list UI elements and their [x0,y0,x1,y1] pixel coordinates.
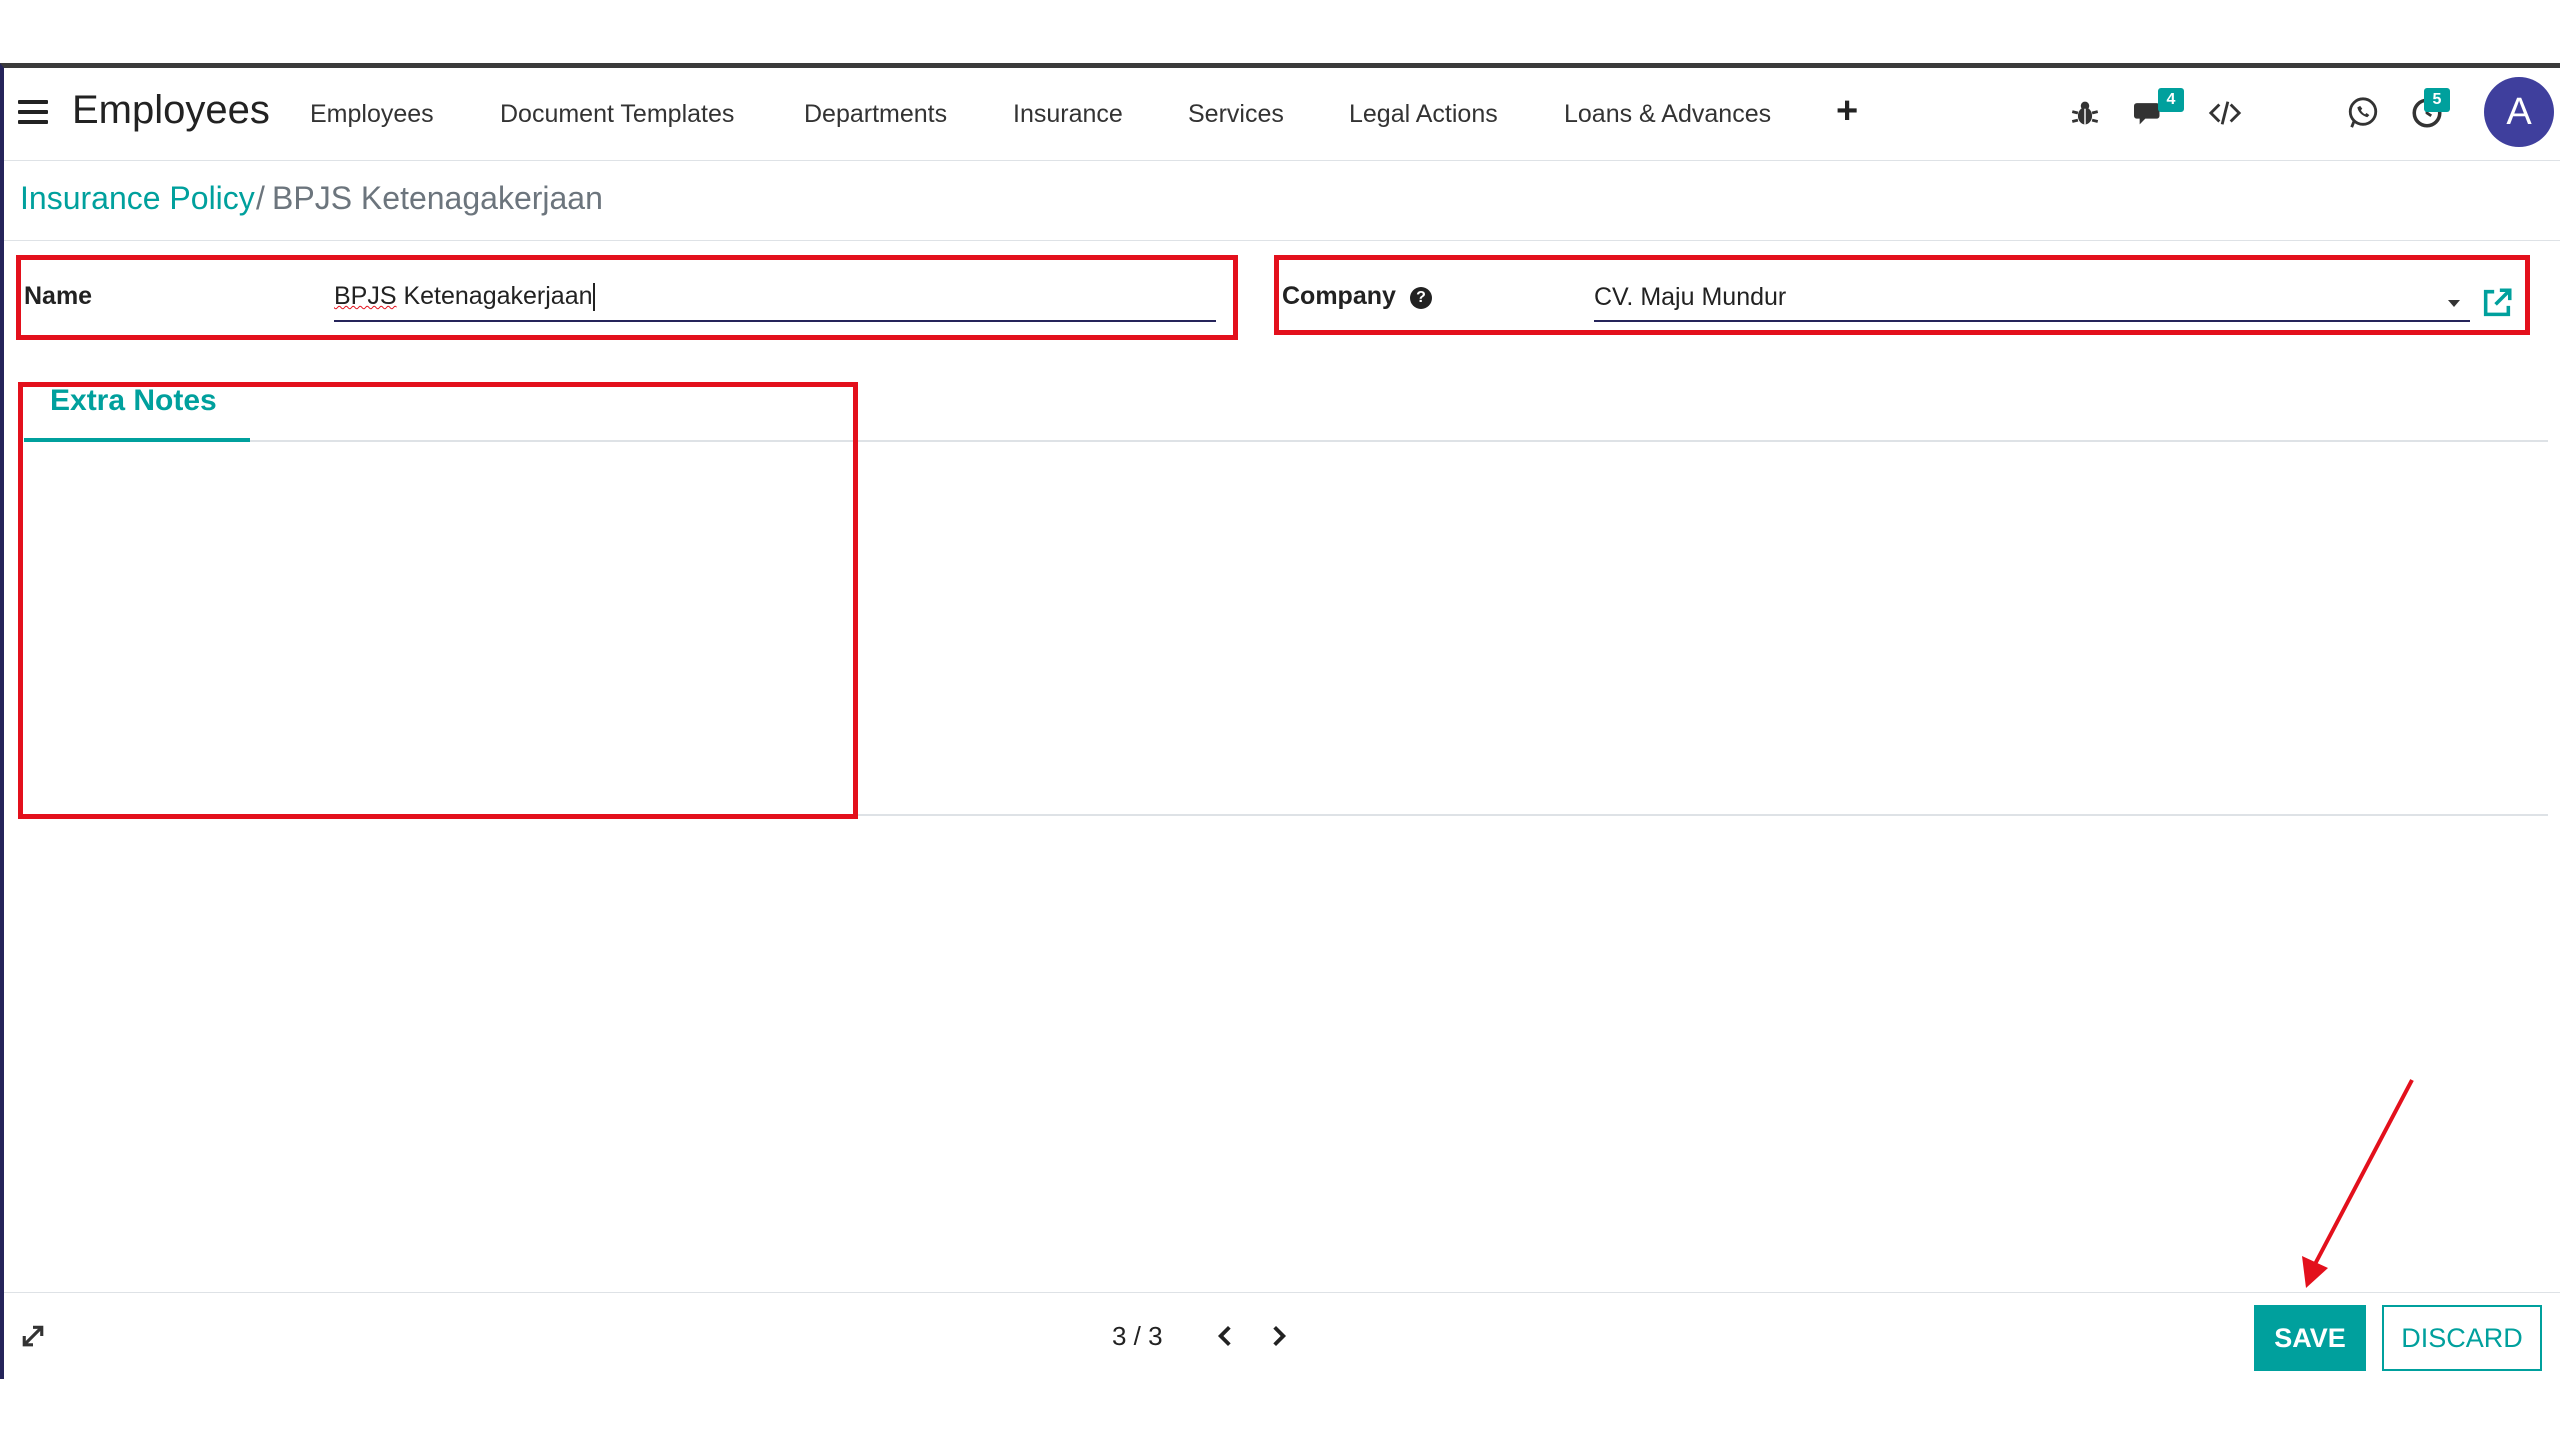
pager-counter[interactable]: 3 / 3 [1112,1321,1163,1352]
save-button[interactable]: SAVE [2254,1305,2366,1371]
external-link-icon[interactable] [2478,286,2516,320]
company-input-underline [1594,320,2470,322]
company-select[interactable]: CV. Maju Mundur [1594,283,1786,312]
chevron-right-icon[interactable] [1266,1321,1292,1351]
company-field-highlight [1274,255,2530,335]
name-value-rest: Ketenagakerjaan [396,282,593,310]
name-field-highlight [16,255,1238,340]
whatsapp-icon[interactable] [2346,96,2380,130]
top-navbar: Employees Employees Document Templates D… [4,68,2560,161]
menu-legal-actions[interactable]: Legal Actions [1349,100,1498,129]
chevron-down-icon[interactable] [2446,298,2462,308]
breadcrumb-parent-link[interactable]: Insurance Policy [20,180,255,217]
company-label: Company [1282,282,1396,310]
bug-icon[interactable] [2068,96,2102,130]
activity-badge: 5 [2424,88,2450,112]
form-footer: 3 / 3 SAVE DISCARD [4,1292,2560,1381]
plus-icon[interactable]: + [1836,90,1858,133]
annotation-arrow-icon [2302,1079,2414,1288]
chat-badge: 4 [2158,88,2184,112]
breadcrumb-current: BPJS Ketenagakerjaan [272,180,603,216]
name-value-first-word: BPJS [334,282,397,310]
app-name: Employees [72,88,270,132]
avatar[interactable]: A [2484,77,2554,147]
breadcrumb-separator: / [256,180,265,216]
menu-document-templates[interactable]: Document Templates [500,100,734,129]
name-label: Name [24,282,93,310]
text-caret [592,283,595,312]
menu-insurance[interactable]: Insurance [1013,100,1123,129]
app-window: Employees Employees Document Templates D… [0,63,2560,1379]
menu-departments[interactable]: Departments [804,100,947,129]
menu-loans-advances[interactable]: Loans & Advances [1564,100,1771,129]
name-input[interactable]: BPJS Ketenagakerjaan [334,282,595,312]
discard-button[interactable]: DISCARD [2382,1305,2542,1371]
name-input-underline [334,320,1216,322]
chevron-left-icon[interactable] [1212,1321,1238,1351]
menu-services[interactable]: Services [1188,100,1284,129]
help-icon[interactable]: ? [1410,287,1432,309]
expand-icon[interactable] [18,1321,48,1351]
breadcrumb: Insurance Policy / BPJS Ketenagakerjaan [4,160,2560,241]
menu-employees[interactable]: Employees [310,100,434,129]
menu-icon[interactable] [18,100,48,124]
extra-notes-editor[interactable] [34,448,834,788]
code-icon[interactable] [2208,96,2242,130]
